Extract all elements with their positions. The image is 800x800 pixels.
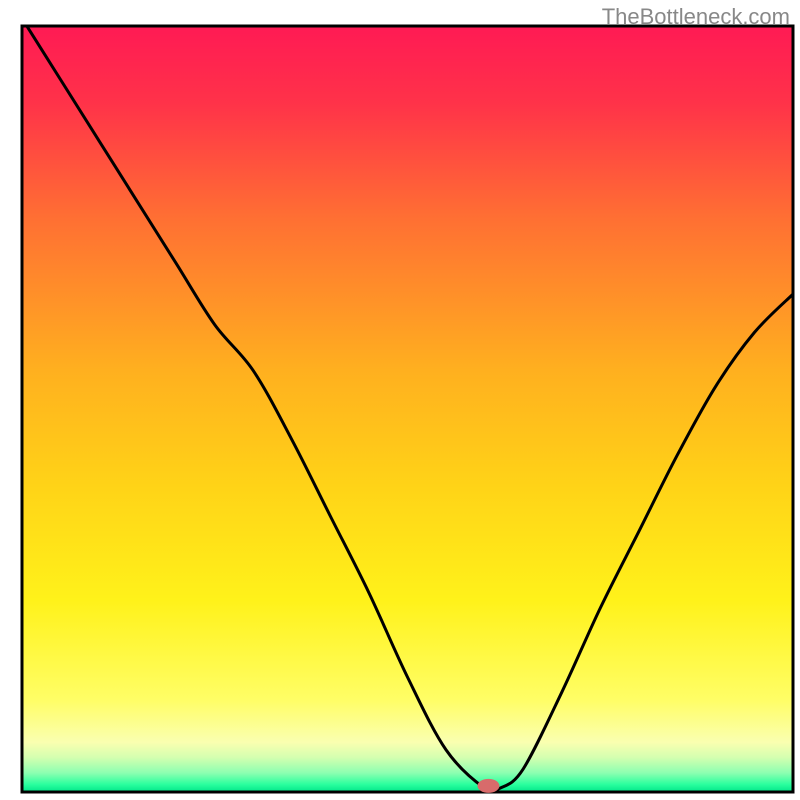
bottleneck-chart: TheBottleneck.com (0, 0, 800, 800)
attribution-watermark: TheBottleneck.com (602, 4, 790, 30)
optimal-point-marker (477, 779, 499, 793)
chart-svg (0, 0, 800, 800)
